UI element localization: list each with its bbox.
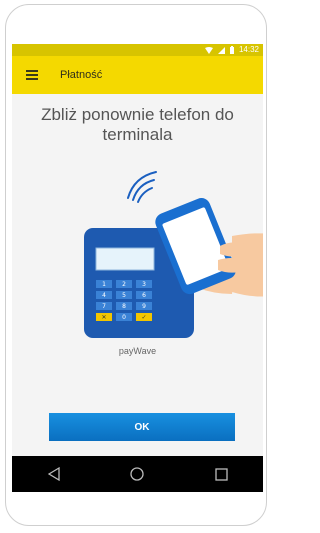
key-1: 1 <box>102 281 106 288</box>
recents-icon[interactable] <box>206 459 236 489</box>
key-9: 9 <box>142 303 146 310</box>
home-icon[interactable] <box>122 459 152 489</box>
hamburger-menu-icon[interactable] <box>26 68 38 82</box>
status-icons: 14:32 <box>204 45 259 55</box>
ok-button[interactable]: OK <box>49 413 235 441</box>
heading-line-1: Zbliż ponownie telefon do <box>41 105 234 124</box>
wifi-icon <box>204 46 213 54</box>
battery-icon <box>229 46 234 54</box>
key-8: 8 <box>122 303 126 310</box>
key-2: 2 <box>122 281 126 288</box>
contactless-payment-illustration: 1 2 3 4 5 6 7 8 9 ✕ 0 ✓ <box>84 171 263 338</box>
app-bar: Płatność <box>12 56 263 94</box>
key-6: 6 <box>142 292 146 299</box>
status-bar: 14:32 <box>12 44 263 56</box>
signal-icon <box>217 46 225 54</box>
key-cancel: ✕ <box>101 314 106 321</box>
app-bar-title: Płatność <box>60 69 103 81</box>
payment-method-label: payWave <box>118 346 157 356</box>
key-confirm: ✓ <box>141 314 146 321</box>
key-5: 5 <box>122 292 126 299</box>
back-icon[interactable] <box>39 459 69 489</box>
key-0: 0 <box>122 314 126 321</box>
key-4: 4 <box>102 292 106 299</box>
key-3: 3 <box>142 281 146 288</box>
phone-screen: 14:32 Płatność Zbliż ponownie telefon do… <box>12 44 263 492</box>
page-heading: Zbliż ponownie telefon do terminala <box>22 105 253 145</box>
contactless-waves-icon <box>127 171 157 203</box>
status-time: 14:32 <box>238 45 259 54</box>
key-7: 7 <box>102 303 106 310</box>
heading-line-2: terminala <box>102 125 173 144</box>
navigation-bar <box>12 456 263 492</box>
